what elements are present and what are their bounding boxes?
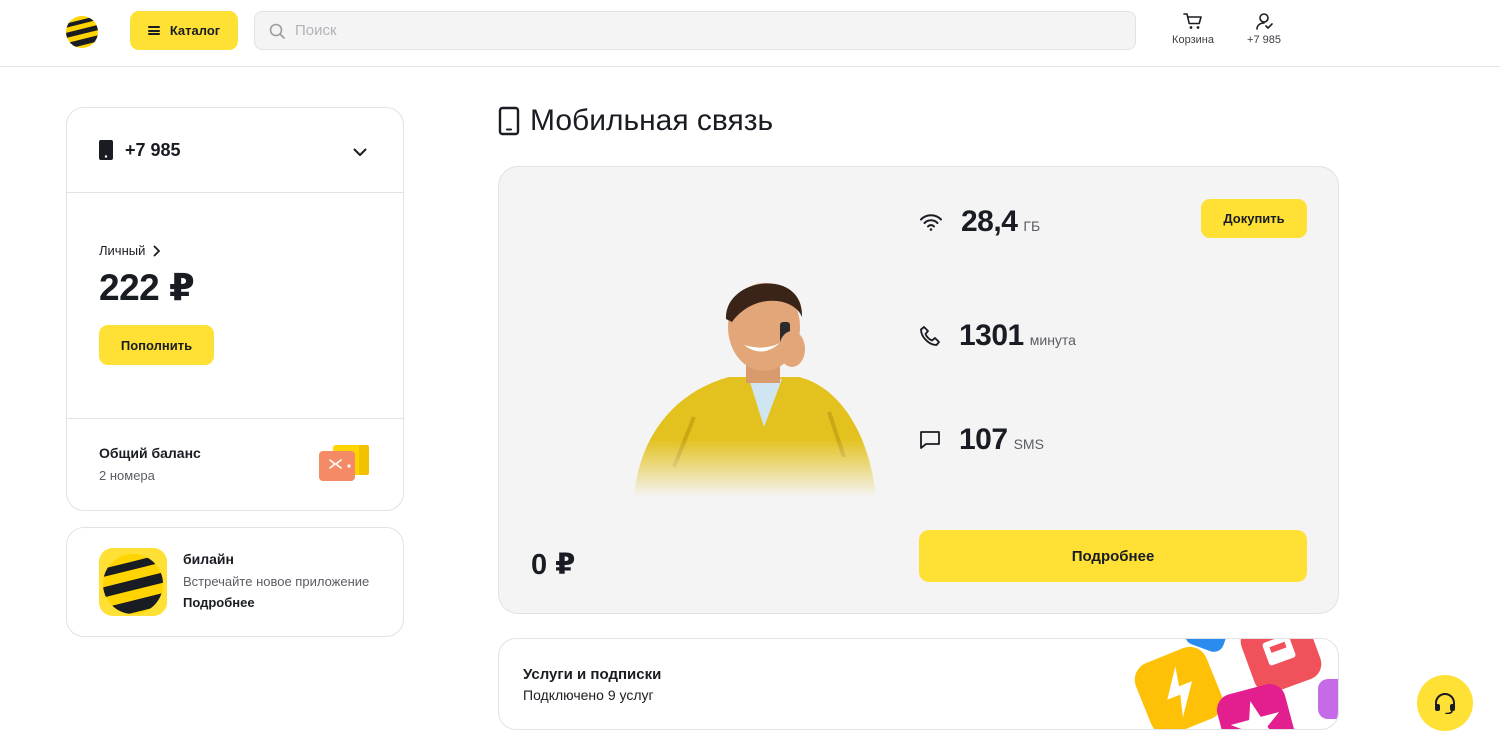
- sms-quota: 107 SMS: [919, 423, 1044, 457]
- chevron-right-icon: [153, 245, 161, 256]
- section-title: Мобильная связь: [498, 104, 773, 138]
- profile-label: +7 985: [1247, 34, 1281, 46]
- app-more-link[interactable]: Подробнее: [183, 595, 369, 610]
- search-input[interactable]: [295, 22, 1095, 39]
- beeline-app-icon: [99, 548, 167, 616]
- calls-unit: минута: [1029, 332, 1076, 348]
- mobile-phone-icon: [498, 106, 520, 136]
- cart-button[interactable]: Корзина: [1168, 12, 1218, 46]
- cart-icon: [1183, 13, 1202, 29]
- promo-person-image: [614, 267, 914, 497]
- shared-balance-row[interactable]: Общий баланс 2 номера: [67, 419, 403, 510]
- topup-button[interactable]: Пополнить: [99, 325, 214, 365]
- account-balance: 222 ₽: [99, 267, 195, 308]
- search-bar[interactable]: [254, 11, 1136, 50]
- sms-value: 107: [959, 423, 1008, 456]
- headset-icon: [1435, 693, 1455, 714]
- number-selector[interactable]: +7 985: [67, 108, 403, 193]
- user-icon: [1256, 13, 1273, 30]
- account-type-link[interactable]: Личный: [99, 243, 371, 258]
- calls-quota: 1301 минута: [919, 319, 1076, 353]
- search-icon: [269, 23, 285, 39]
- profile-button[interactable]: +7 985: [1240, 12, 1288, 46]
- app-promo-text: билайн Встречайте новое приложение Подро…: [183, 551, 369, 610]
- section-title-text: Мобильная связь: [530, 104, 774, 137]
- mobile-tariff-card: 0 ₽ 28,4 ГБ 1301 минута 107 SMS Докупить…: [498, 166, 1339, 614]
- services-title: Услуги и подписки: [523, 666, 662, 683]
- calls-value: 1301: [959, 319, 1024, 352]
- sms-unit: SMS: [1013, 436, 1044, 452]
- balance-section: Личный 222 ₽ Пополнить: [67, 193, 403, 419]
- account-type-label: Личный: [99, 243, 146, 258]
- beeline-logo-icon[interactable]: [64, 14, 100, 50]
- sms-icon: [920, 431, 940, 449]
- buy-more-button[interactable]: Докупить: [1201, 199, 1307, 238]
- services-subtitle: Подключено 9 услуг: [523, 687, 654, 703]
- phone-icon: [99, 140, 113, 160]
- support-chat-button[interactable]: [1417, 675, 1473, 731]
- wifi-icon: [920, 214, 942, 231]
- account-phone: +7 985: [125, 139, 181, 160]
- app-promo-card[interactable]: билайн Встречайте новое приложение Подро…: [66, 527, 404, 637]
- cart-label: Корзина: [1172, 34, 1214, 46]
- internet-unit: ГБ: [1023, 218, 1041, 234]
- services-apps-illustration: [1134, 639, 1338, 729]
- chevron-down-icon[interactable]: [353, 148, 367, 157]
- top-header: Каталог Корзина +7 985: [0, 0, 1500, 67]
- call-icon: [920, 326, 940, 346]
- account-card: +7 985 Личный 222 ₽ Пополнить Общий бала…: [66, 107, 404, 511]
- catalog-button[interactable]: Каталог: [130, 11, 238, 50]
- internet-quota: 28,4 ГБ: [919, 205, 1040, 239]
- tariff-price: 0 ₽: [531, 549, 576, 581]
- services-card[interactable]: Услуги и подписки Подключено 9 услуг: [498, 638, 1339, 730]
- catalog-label: Каталог: [169, 23, 221, 38]
- app-description: Встречайте новое приложение: [183, 574, 370, 589]
- wallet-icon: [319, 445, 369, 481]
- menu-icon: [147, 26, 160, 35]
- app-name: билайн: [183, 551, 234, 567]
- internet-value: 28,4: [961, 205, 1018, 238]
- details-button[interactable]: Подробнее: [919, 530, 1307, 582]
